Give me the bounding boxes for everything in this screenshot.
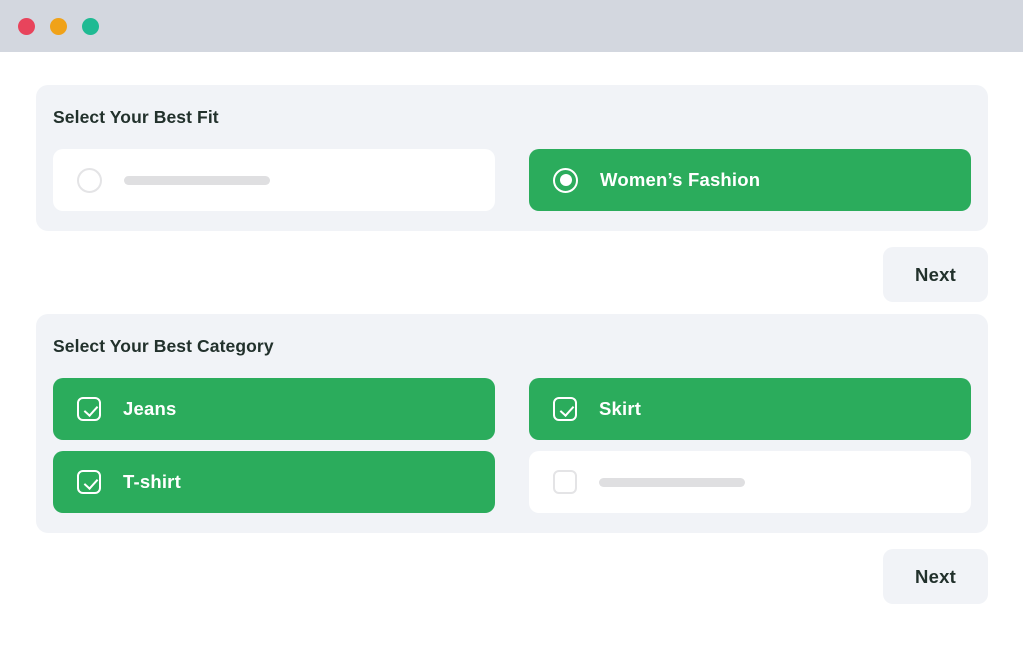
category-option-empty[interactable] [529,451,971,513]
fit-selection-card: Select Your Best Fit Women’s Fashion [36,85,988,231]
radio-unselected-icon[interactable] [77,168,102,193]
maximize-window-button[interactable] [82,18,99,35]
category-selection-card: Select Your Best Category Jeans Skirt T-… [36,314,988,533]
category-next-row: Next [36,533,988,616]
checkbox-checked-icon[interactable] [553,397,577,421]
fit-next-row: Next [36,231,988,314]
category-option-jeans[interactable]: Jeans [53,378,495,440]
minimize-window-button[interactable] [50,18,67,35]
category-option-label: Jeans [123,398,176,420]
window-titlebar [0,0,1023,52]
checkbox-unchecked-icon[interactable] [553,470,577,494]
checkbox-checked-icon[interactable] [77,397,101,421]
fit-options-grid: Women’s Fashion [53,149,971,211]
category-option-tshirt[interactable]: T-shirt [53,451,495,513]
category-options-grid: Jeans Skirt T-shirt [53,378,971,513]
fit-card-title: Select Your Best Fit [53,107,971,128]
fit-option-empty[interactable] [53,149,495,211]
placeholder-bar [599,478,745,487]
fit-next-button[interactable]: Next [883,247,988,302]
fit-option-label: Women’s Fashion [600,169,760,191]
close-window-button[interactable] [18,18,35,35]
category-option-label: Skirt [599,398,641,420]
radio-selected-icon[interactable] [553,168,578,193]
category-next-button[interactable]: Next [883,549,988,604]
fit-option-womens-fashion[interactable]: Women’s Fashion [529,149,971,211]
placeholder-bar [124,176,270,185]
checkbox-checked-icon[interactable] [77,470,101,494]
category-option-skirt[interactable]: Skirt [529,378,971,440]
category-option-label: T-shirt [123,471,181,493]
category-card-title: Select Your Best Category [53,336,971,357]
page-content: Select Your Best Fit Women’s Fashion Nex… [0,52,1023,670]
